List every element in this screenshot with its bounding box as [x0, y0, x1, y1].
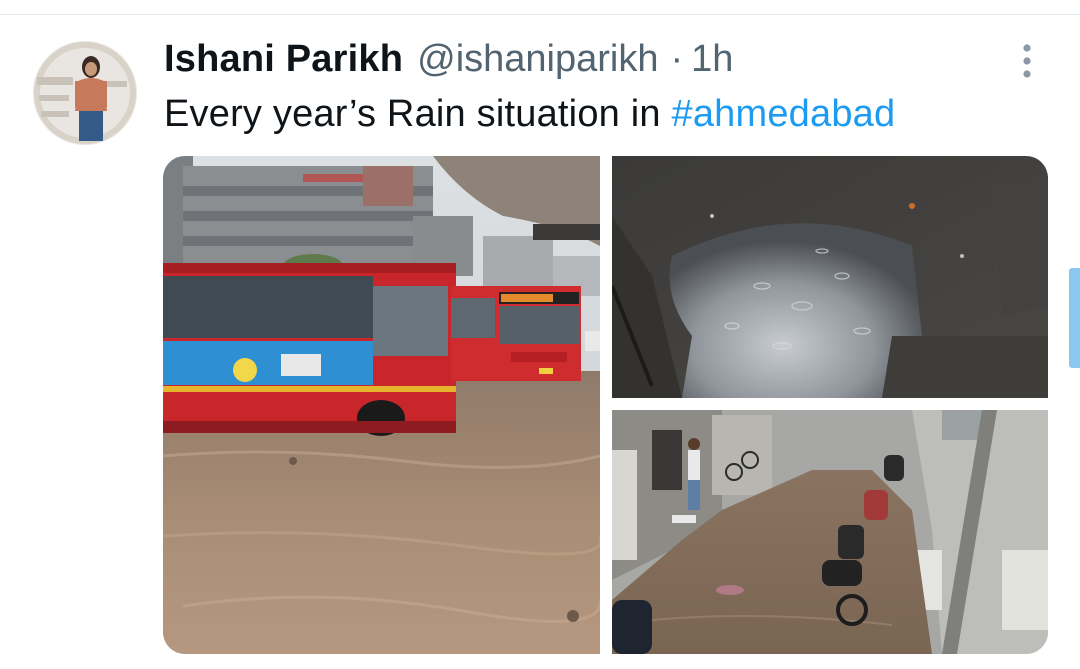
author-handle[interactable]: @ishaniparikh: [417, 38, 658, 81]
hashtag-link[interactable]: #ahmedabad: [671, 93, 895, 135]
author-name[interactable]: Ishani Parikh: [164, 38, 403, 81]
media-photo-flooded-road[interactable]: [163, 156, 600, 654]
tweet-header: Ishani Parikh @ishaniparikh · 1h: [164, 38, 733, 82]
tweet-text: Every year’s Rain situation in #ahmedaba…: [164, 93, 895, 136]
media-photo-flooded-lane[interactable]: [612, 410, 1048, 654]
top-divider: [0, 14, 1080, 15]
timestamp[interactable]: 1h: [691, 38, 733, 81]
media-photo-rain-puddle[interactable]: [612, 156, 1048, 398]
scrollbar-thumb[interactable]: [1069, 268, 1080, 368]
more-options-icon[interactable]: [1016, 42, 1038, 82]
tweet-text-body: Every year’s Rain situation in: [164, 93, 672, 135]
separator-dot: ·: [670, 38, 684, 80]
avatar[interactable]: [33, 41, 137, 145]
media-grid: [163, 156, 1048, 654]
